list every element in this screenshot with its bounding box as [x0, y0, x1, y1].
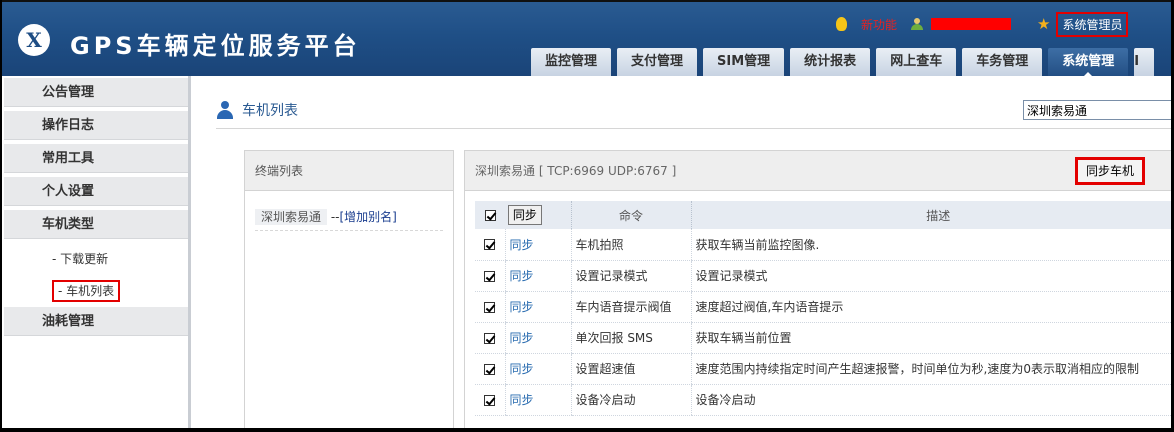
- table-header-row: 同步 命令 描述: [475, 201, 1171, 229]
- row-sync-link[interactable]: 同步: [510, 331, 534, 345]
- terminal-panel-title: 终端列表: [245, 151, 453, 191]
- command-panel-title: 深圳索易通 [ TCP:6969 UDP:6767 ]: [475, 164, 677, 178]
- page-header: 车机列表: [216, 100, 298, 120]
- sidebar-item-device-types[interactable]: 车机类型: [4, 210, 188, 239]
- nav-sim[interactable]: SIM管理: [703, 48, 785, 76]
- table-row: 同步 车内语音提示阀值 速度超过阀值,车内语音提示: [475, 291, 1171, 323]
- sidebar-sub-device-list[interactable]: - 车机列表: [4, 275, 188, 307]
- sidebar: 公告管理 操作日志 常用工具 个人设置 车机类型 - 下载更新 - 车机列表 油…: [4, 76, 191, 428]
- new-function-link[interactable]: 新功能: [861, 16, 897, 33]
- divider: [216, 128, 1171, 129]
- row-description: 获取车辆当前位置: [690, 322, 1171, 354]
- nav-vehicle-affairs[interactable]: 车务管理: [962, 48, 1043, 76]
- row-sync-link[interactable]: 同步: [510, 269, 534, 283]
- row-checkbox-cell: [475, 353, 505, 385]
- sync-selected-button[interactable]: 同步: [507, 205, 542, 225]
- logo-icon: X: [18, 24, 50, 56]
- app-title: GPS车辆定位服务平台: [70, 32, 361, 60]
- row-command: 设置记录模式: [570, 260, 691, 292]
- column-header-description: 描述: [690, 201, 1171, 229]
- sidebar-item-tools[interactable]: 常用工具: [4, 144, 188, 173]
- main-nav: 监控管理 支付管理 SIM管理 统计报表 网上查车 车务管理 系统管理 I: [531, 48, 1160, 77]
- command-table: 同步 命令 描述 同步 车机拍照 获取车辆当前监控图像. 同步 设置记录模式 设…: [475, 201, 1171, 416]
- row-sync-cell: 同步: [504, 384, 571, 416]
- row-command: 单次回报 SMS: [570, 322, 691, 354]
- row-checkbox[interactable]: [484, 239, 496, 251]
- table-row: 同步 设备冷启动 设备冷启动: [475, 384, 1171, 416]
- lightbulb-icon: [836, 17, 847, 31]
- row-checkbox[interactable]: [484, 270, 496, 282]
- sidebar-sub-download[interactable]: - 下载更新: [4, 243, 188, 275]
- row-sync-cell: 同步: [504, 229, 571, 261]
- nav-online-check[interactable]: 网上查车: [876, 48, 957, 76]
- search-input[interactable]: [1023, 100, 1171, 120]
- row-checkbox-cell: [475, 260, 505, 292]
- nav-system[interactable]: 系统管理: [1048, 48, 1129, 77]
- command-panel: 深圳索易通 [ TCP:6969 UDP:6767 ] 同步车机 同步 命令 描…: [464, 150, 1171, 428]
- sync-device-button[interactable]: 同步车机: [1075, 157, 1146, 185]
- row-checkbox[interactable]: [484, 363, 496, 375]
- row-command: 车内语音提示阀值: [570, 291, 691, 323]
- users-icon: [216, 100, 236, 120]
- row-sync-link[interactable]: 同步: [510, 300, 534, 314]
- command-panel-header: 深圳索易通 [ TCP:6969 UDP:6767 ] 同步车机: [465, 151, 1171, 191]
- header: X GPS车辆定位服务平台 新功能 ★ 系统管理员 监控管理 支付管理 SIM管…: [2, 0, 1171, 77]
- nav-more[interactable]: I: [1134, 48, 1155, 76]
- terminal-name[interactable]: 深圳索易通: [255, 209, 328, 225]
- user-icon: [911, 18, 924, 30]
- table-row: 同步 车机拍照 获取车辆当前监控图像.: [475, 229, 1171, 261]
- medal-icon: ★: [1037, 15, 1051, 33]
- sidebar-item-logs[interactable]: 操作日志: [4, 111, 188, 140]
- row-checkbox[interactable]: [484, 301, 496, 313]
- row-sync-cell: 同步: [504, 322, 571, 354]
- redacted-username: [931, 18, 1012, 30]
- row-checkbox-cell: [475, 229, 505, 261]
- row-description: 设备冷启动: [690, 384, 1171, 416]
- nav-payment[interactable]: 支付管理: [617, 48, 698, 76]
- row-checkbox-cell: [475, 322, 505, 354]
- admin-label[interactable]: 系统管理员: [1056, 11, 1129, 37]
- sidebar-item-personal[interactable]: 个人设置: [4, 177, 188, 206]
- row-checkbox-cell: [475, 384, 505, 416]
- table-row: 同步 单次回报 SMS 获取车辆当前位置: [475, 322, 1171, 354]
- row-checkbox-cell: [475, 291, 505, 323]
- app-window: X GPS车辆定位服务平台 新功能 ★ 系统管理员 监控管理 支付管理 SIM管…: [0, 0, 1174, 432]
- terminal-panel: 终端列表 深圳索易通 --[增加别名]: [244, 150, 454, 428]
- row-description: 速度范围内持续指定时间产生超速报警，时间单位为秒,速度为0表示取消相应的限制: [690, 353, 1171, 385]
- row-sync-cell: 同步: [504, 291, 571, 323]
- row-description: 获取车辆当前监控图像.: [690, 229, 1171, 261]
- sidebar-item-fuel[interactable]: 油耗管理: [4, 307, 188, 336]
- row-sync-cell: 同步: [504, 353, 571, 385]
- separator: --: [327, 210, 340, 224]
- top-toolbar: 新功能 ★ 系统管理员: [836, 11, 1129, 37]
- nav-reports[interactable]: 统计报表: [790, 48, 871, 76]
- select-all-checkbox[interactable]: [485, 210, 496, 221]
- row-command: 车机拍照: [570, 229, 691, 261]
- sidebar-sub-label: - 下载更新: [52, 252, 109, 266]
- sidebar-item-announcements[interactable]: 公告管理: [4, 78, 188, 107]
- table-row: 同步 设置超速值 速度范围内持续指定时间产生超速报警，时间单位为秒,速度为0表示…: [475, 353, 1171, 385]
- row-checkbox[interactable]: [484, 332, 496, 344]
- row-command: 设备冷启动: [570, 384, 691, 416]
- select-all-header: 同步: [475, 201, 571, 229]
- list-item[interactable]: 深圳索易通 --[增加别名]: [255, 207, 443, 231]
- column-header-command: 命令: [570, 201, 691, 229]
- row-sync-link[interactable]: 同步: [510, 238, 534, 252]
- sidebar-sub-label: - 车机列表: [52, 280, 121, 302]
- row-sync-link[interactable]: 同步: [510, 393, 534, 407]
- add-alias-link[interactable]: [增加别名]: [340, 210, 397, 224]
- row-description: 速度超过阀值,车内语音提示: [690, 291, 1171, 323]
- nav-monitor[interactable]: 监控管理: [531, 48, 612, 76]
- page-title: 车机列表: [242, 103, 298, 119]
- row-sync-link[interactable]: 同步: [510, 362, 534, 376]
- row-command: 设置超速值: [570, 353, 691, 385]
- table-row: 同步 设置记录模式 设置记录模式: [475, 260, 1171, 292]
- row-description: 设置记录模式: [690, 260, 1171, 292]
- row-sync-cell: 同步: [504, 260, 571, 292]
- main-content: 车机列表 终端列表 深圳索易通 --[增加别名] 深圳索易通 [ TCP:696…: [194, 76, 1171, 428]
- row-checkbox[interactable]: [484, 394, 496, 406]
